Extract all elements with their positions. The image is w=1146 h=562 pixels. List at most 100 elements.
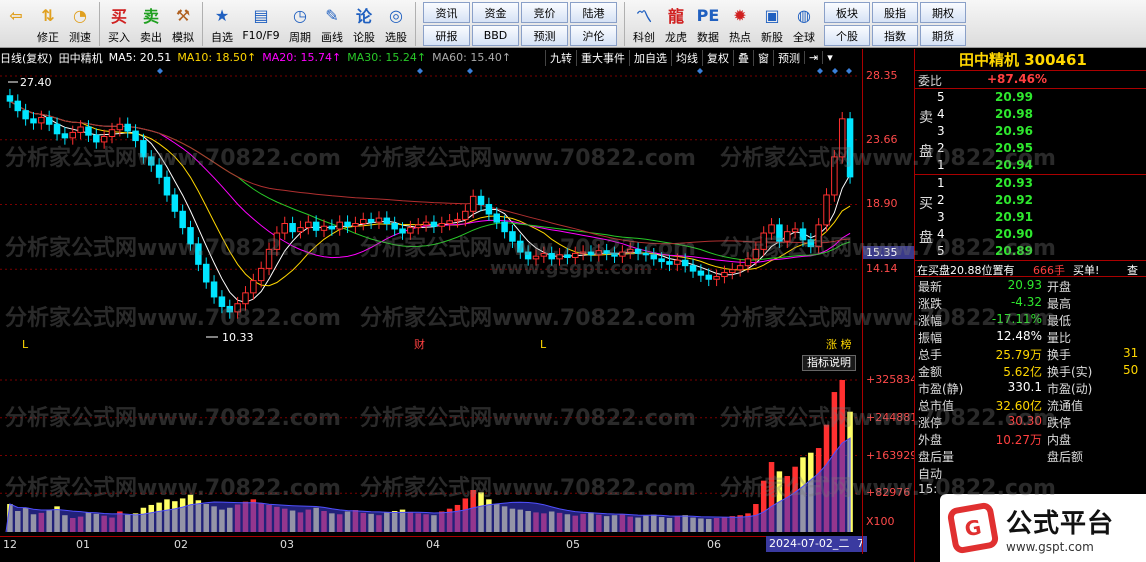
ma5-label: MA5: 20.51 bbox=[108, 51, 172, 64]
ma10-label: MA10: 18.50↑ bbox=[177, 51, 257, 64]
stat-value: 30.30 bbox=[1007, 414, 1042, 428]
toolbar-separator bbox=[415, 2, 416, 46]
date-tick-label: 05 bbox=[566, 538, 580, 551]
ask-book: 5 20.99 4 20.98 卖 3 20.96 2 20.95 盘 1 20.94 bbox=[915, 88, 1146, 174]
toolbar-button-label: 数据 bbox=[697, 31, 719, 44]
sell-button[interactable]: 卖卖出 bbox=[135, 0, 167, 48]
candle-body bbox=[179, 210, 186, 229]
book-level: 2 bbox=[937, 193, 945, 207]
grid-button[interactable]: 陆港 bbox=[570, 2, 617, 23]
period-button[interactable]: ◷ 周期 bbox=[284, 0, 316, 48]
market-grid-button[interactable]: 个股 bbox=[824, 25, 870, 46]
star-button[interactable]: ★ 自选 bbox=[206, 0, 238, 48]
candle-body bbox=[509, 231, 516, 242]
notice-text: 在买盘20.88位置有 bbox=[917, 264, 1015, 277]
book-price: 20.94 bbox=[995, 158, 1033, 172]
grid-button[interactable]: 资讯 bbox=[423, 2, 470, 23]
grid-button[interactable]: 沪伦 bbox=[570, 25, 617, 46]
chart-kind[interactable]: 日线(复权) bbox=[0, 50, 53, 66]
market-grid-button[interactable]: 板块 bbox=[824, 2, 870, 23]
candle-body bbox=[689, 265, 697, 272]
chart-tool-button[interactable]: 均线 bbox=[671, 49, 702, 66]
ask-row[interactable]: 5 20.99 bbox=[915, 89, 1146, 106]
stat-row: 外盘 10.27万 内盘 bbox=[915, 430, 1146, 447]
chart-tool-button[interactable]: ▾ bbox=[822, 51, 837, 64]
chart-tool-button[interactable]: 预测 bbox=[773, 49, 804, 66]
market-grid-button[interactable]: 期权 bbox=[920, 2, 966, 23]
updown-arrow-button[interactable]: ⇅ 修正 bbox=[32, 0, 64, 48]
ask-row[interactable]: 4 20.98 卖 bbox=[915, 106, 1146, 126]
period-icon: ◷ bbox=[293, 5, 307, 25]
market-grid-button[interactable]: 股指 bbox=[872, 2, 918, 23]
f10-button[interactable]: ▤ F10/F9 bbox=[238, 0, 284, 48]
grid-button[interactable]: BBD bbox=[472, 25, 519, 46]
back-arrow-button[interactable]: ⇦ bbox=[0, 0, 32, 48]
candle-body bbox=[273, 232, 281, 250]
kechuang-button[interactable]: 〽科创 bbox=[628, 0, 660, 48]
market-grid-button[interactable]: 指数 bbox=[872, 25, 918, 46]
buy-button[interactable]: 买买入 bbox=[103, 0, 135, 48]
event-marker-icon[interactable] bbox=[467, 68, 473, 74]
candle-body bbox=[38, 116, 45, 124]
chart-tool-button[interactable]: 九转 bbox=[545, 49, 576, 66]
stat-label: 自动 bbox=[918, 467, 943, 481]
event-marker-icon[interactable] bbox=[817, 68, 823, 74]
pe-data-button[interactable]: PE 数据 bbox=[692, 0, 724, 48]
bid-row[interactable]: 1 20.93 bbox=[915, 175, 1146, 192]
globe-button[interactable]: ◍ 全球 bbox=[788, 0, 820, 48]
hot-button[interactable]: ✹ 热点 bbox=[724, 0, 756, 48]
candle-body bbox=[30, 118, 37, 124]
indicator-explain-button[interactable]: 指标说明 bbox=[802, 355, 856, 371]
stat-label: 开盘 bbox=[1047, 280, 1072, 294]
hammer-button[interactable]: ⚒ 模拟 bbox=[167, 0, 199, 48]
discuss-button[interactable]: 论论股 bbox=[348, 0, 380, 48]
chart-tool-button[interactable]: 复权 bbox=[702, 49, 733, 66]
toolbar-button-label: 热点 bbox=[729, 31, 751, 44]
candle-body bbox=[524, 251, 532, 260]
notice-row[interactable]: 在买盘20.88位置有 666手 买单! 查 bbox=[915, 260, 1146, 277]
grid-button[interactable]: 资金 bbox=[472, 2, 519, 23]
pick-stock-button[interactable]: ◎ 选股 bbox=[380, 0, 412, 48]
candle-body bbox=[595, 250, 603, 256]
notice-more[interactable]: 查 bbox=[1127, 262, 1138, 278]
ask-row[interactable]: 2 20.95 盘 bbox=[915, 140, 1146, 160]
chart-tool-button[interactable]: 重大事件 bbox=[576, 49, 629, 66]
grid-button[interactable]: 研报 bbox=[423, 25, 470, 46]
candle-body bbox=[846, 118, 854, 178]
market-grid-button[interactable]: 期货 bbox=[920, 25, 966, 46]
bid-row[interactable]: 3 20.91 bbox=[915, 209, 1146, 226]
event-marker-icon[interactable] bbox=[832, 68, 838, 74]
dragon-button[interactable]: 龍龙虎 bbox=[660, 0, 692, 48]
stat-value: 5.62亿 bbox=[1003, 365, 1042, 379]
ask-row[interactable]: 3 20.96 bbox=[915, 123, 1146, 140]
candle-body bbox=[312, 221, 320, 231]
event-marker-icon[interactable] bbox=[697, 68, 703, 74]
candle-body bbox=[634, 248, 642, 254]
chart-tool-button[interactable]: 窗 bbox=[753, 49, 773, 66]
bid-row[interactable]: 5 20.89 bbox=[915, 243, 1146, 260]
chart-tool-button[interactable]: ⇥ bbox=[804, 51, 822, 64]
grid-button[interactable]: 预测 bbox=[521, 25, 568, 46]
bid-row[interactable]: 2 20.92 买 bbox=[915, 192, 1146, 212]
volume-chart[interactable] bbox=[0, 372, 862, 536]
bid-row[interactable]: 4 20.90 盘 bbox=[915, 226, 1146, 246]
chart-tool-button[interactable]: 叠 bbox=[733, 49, 753, 66]
book-price: 20.91 bbox=[995, 210, 1033, 224]
event-marker-icon[interactable] bbox=[417, 68, 423, 74]
book-price: 20.95 bbox=[995, 141, 1033, 155]
chart-tool-button[interactable]: 加自选 bbox=[629, 49, 671, 66]
book-price: 20.93 bbox=[995, 176, 1033, 190]
ask-row[interactable]: 1 20.94 bbox=[915, 157, 1146, 174]
event-marker-icon[interactable] bbox=[846, 68, 852, 74]
pencil-button[interactable]: ✎ 画线 bbox=[316, 0, 348, 48]
stat-label: 涨幅 bbox=[918, 314, 943, 328]
new-stock-button[interactable]: ▣ 新股 bbox=[756, 0, 788, 48]
clock-button[interactable]: ◔ 测速 bbox=[64, 0, 96, 48]
stat-row: 金额 5.62亿 换手(实) 50 bbox=[915, 362, 1146, 379]
event-marker-icon[interactable] bbox=[157, 68, 163, 74]
candle-body bbox=[6, 95, 14, 102]
toolbar-button-label: 新股 bbox=[761, 31, 783, 44]
candle-body bbox=[297, 227, 304, 233]
grid-button[interactable]: 竞价 bbox=[521, 2, 568, 23]
candlestick-chart[interactable]: 27.40 10.33 L 财 L 涨 榜 bbox=[0, 66, 862, 351]
